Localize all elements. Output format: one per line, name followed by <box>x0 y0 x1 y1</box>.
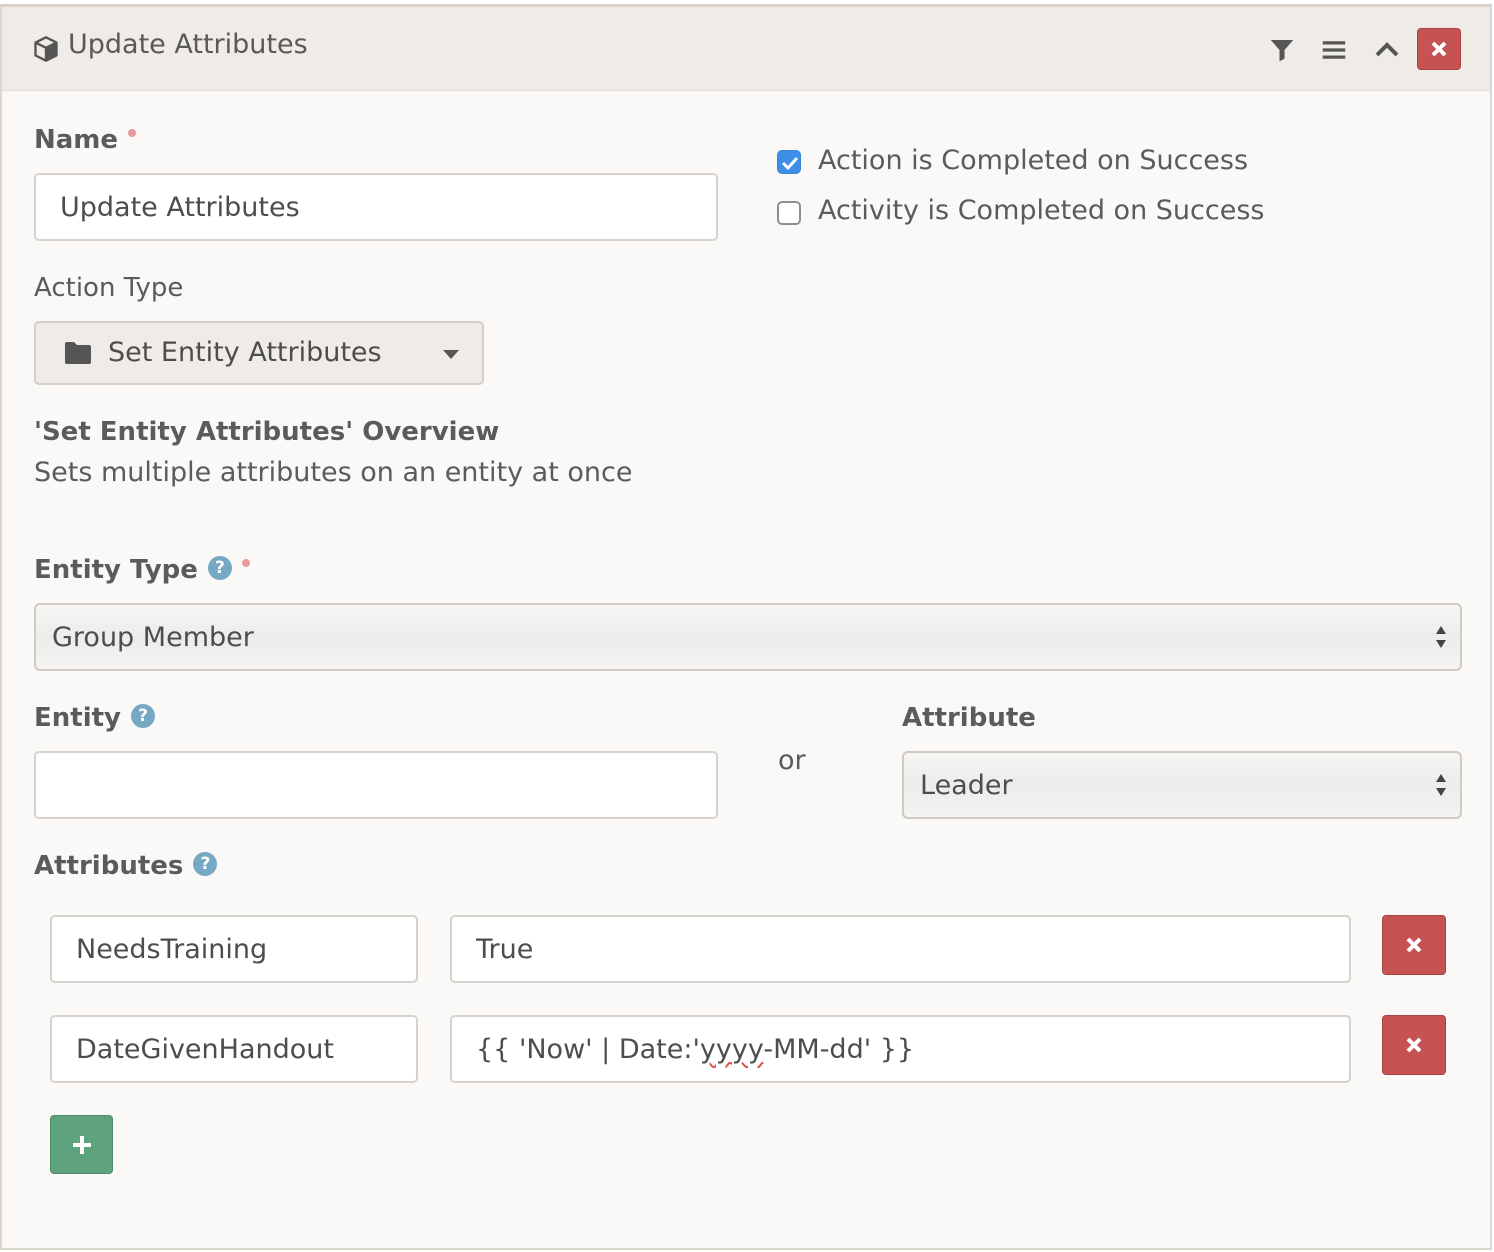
close-icon <box>1406 1037 1422 1053</box>
required-indicator <box>241 559 250 567</box>
menu-icon[interactable] <box>1319 35 1349 65</box>
required-indicator <box>128 129 137 137</box>
attribute-key-value: NeedsTraining <box>76 933 268 965</box>
attributes-label: Attributes? <box>34 851 218 881</box>
attribute-value-input[interactable]: {{ 'Now' | Date:'yyyy-MM-dd' }} <box>450 1015 1351 1083</box>
filter-icon[interactable] <box>1267 35 1297 65</box>
activity-completed-checkbox[interactable] <box>777 201 801 225</box>
chevron-up-icon[interactable] <box>1372 35 1402 65</box>
entity-type-select[interactable]: Group Member <box>34 603 1462 671</box>
close-icon <box>1406 937 1422 953</box>
folder-icon <box>65 342 91 364</box>
add-attribute-button[interactable] <box>50 1115 113 1174</box>
entity-label: Entity? <box>34 703 155 733</box>
or-text: or <box>778 745 806 776</box>
action-type-label: Action Type <box>34 273 184 303</box>
attribute-value-input[interactable]: True <box>450 915 1351 983</box>
action-completed-label[interactable]: Action is Completed on Success <box>818 145 1248 176</box>
select-arrows-icon <box>1436 626 1446 648</box>
panel-header: Update Attributes <box>2 7 1490 91</box>
action-completed-checkbox[interactable] <box>777 150 801 174</box>
attribute-key-input[interactable]: NeedsTraining <box>50 915 418 983</box>
action-type-selected: Set Entity Attributes <box>108 337 382 368</box>
name-input-value: Update Attributes <box>60 191 300 223</box>
close-icon <box>1431 41 1447 57</box>
name-label: Name <box>34 125 137 155</box>
panel-title: Update Attributes <box>68 29 308 60</box>
overview-description: Sets multiple attributes on an entity at… <box>34 457 633 488</box>
overview-title: 'Set Entity Attributes' Overview <box>34 417 500 447</box>
attribute-value-text: {{ 'Now' | Date:'yyyy-MM-dd' }} <box>476 1033 915 1065</box>
checkmark-icon <box>781 156 799 171</box>
cube-icon <box>34 36 58 62</box>
attribute-selected: Leader <box>920 769 1013 801</box>
help-icon[interactable]: ? <box>131 703 155 728</box>
name-input[interactable]: Update Attributes <box>34 173 718 241</box>
entity-type-selected: Group Member <box>52 621 254 653</box>
action-type-dropdown[interactable]: Set Entity Attributes <box>34 321 484 385</box>
remove-attribute-button[interactable] <box>1382 915 1446 975</box>
update-attributes-panel: Update Attributes Name Update Attributes… <box>0 4 1492 1250</box>
entity-input[interactable] <box>34 751 718 819</box>
close-panel-button[interactable] <box>1417 28 1461 70</box>
attribute-select[interactable]: Leader <box>902 751 1462 819</box>
plus-icon <box>72 1135 91 1154</box>
attribute-key-input[interactable]: DateGivenHandout <box>50 1015 418 1083</box>
select-arrows-icon <box>1436 774 1446 796</box>
entity-type-label: Entity Type? <box>34 555 250 585</box>
remove-attribute-button[interactable] <box>1382 1015 1446 1075</box>
attribute-label: Attribute <box>902 703 1036 733</box>
activity-completed-label[interactable]: Activity is Completed on Success <box>818 195 1264 226</box>
help-icon[interactable]: ? <box>207 555 232 580</box>
attribute-key-value: DateGivenHandout <box>76 1033 334 1065</box>
help-icon[interactable]: ? <box>193 851 218 876</box>
attribute-value-text: True <box>476 933 534 965</box>
caret-down-icon <box>443 350 459 359</box>
